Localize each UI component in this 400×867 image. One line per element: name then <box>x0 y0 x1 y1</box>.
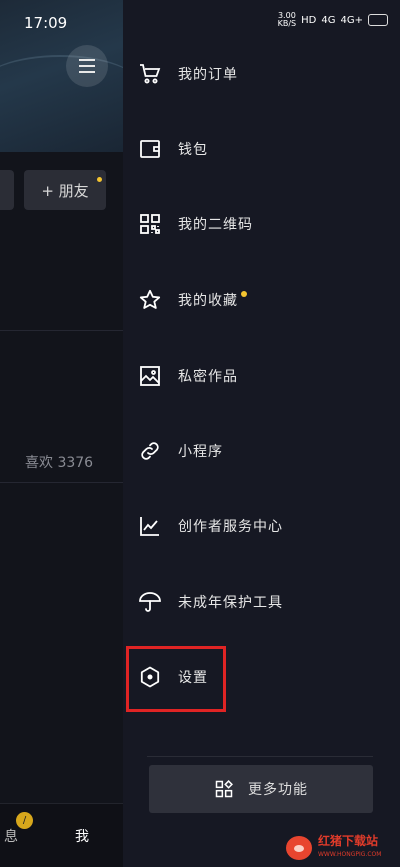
menu-item-favorites[interactable]: 我的收藏 <box>138 280 388 320</box>
menu-item-label: 我的收藏 <box>178 293 238 309</box>
divider <box>147 756 373 757</box>
grid-icon <box>215 780 233 798</box>
menu-icon[interactable] <box>66 45 108 87</box>
bottom-nav <box>0 803 123 867</box>
menu-item-label: 我的二维码 <box>178 217 253 233</box>
settings-highlight-box <box>126 646 226 712</box>
status-time: 17:09 <box>24 14 68 32</box>
chart-icon <box>140 517 159 536</box>
menu-item-label: 创作者服务中心 <box>178 519 283 535</box>
profile-page-background: 17:09 + 朋友 喜欢 3376 / 息 我 <box>0 0 123 867</box>
menu-item-qr-code[interactable]: 我的二维码 <box>138 204 388 244</box>
umbrella-icon <box>139 592 161 612</box>
menu-item-orders[interactable]: 我的订单 <box>138 54 388 94</box>
network-speed: 3.00 KB/S <box>277 11 297 28</box>
nav-me[interactable]: 我 <box>75 826 89 846</box>
qr-code-icon <box>140 214 160 234</box>
image-icon <box>140 366 160 386</box>
message-badge: / <box>16 812 33 829</box>
menu-item-mini-programs[interactable]: 小程序 <box>138 431 388 471</box>
menu-item-label: 我的订单 <box>178 67 238 83</box>
battery-icon <box>368 14 388 26</box>
menu-item-wallet[interactable]: 钱包 <box>138 129 388 169</box>
menu-item-label: 未成年保护工具 <box>178 595 283 611</box>
menu-item-minor-protection[interactable]: 未成年保护工具 <box>138 582 388 622</box>
divider <box>0 482 123 483</box>
watermark-url: WWW.HONGPIG.COM <box>318 851 382 858</box>
watermark: 红猪下载站 WWW.HONGPIG.COM <box>286 833 394 863</box>
new-dot <box>241 291 247 297</box>
menu-item-label: 钱包 <box>178 142 208 158</box>
star-icon <box>139 289 161 309</box>
side-drawer: 3.00 KB/S HD 4G 4G+ 我的订单 钱包 我的二维码 我的收藏 私… <box>123 0 400 867</box>
menu-item-label: 小程序 <box>178 444 223 460</box>
add-friend-button[interactable]: + 朋友 <box>24 170 106 210</box>
status-icons: 3.00 KB/S HD 4G 4G+ <box>278 12 388 28</box>
watermark-title: 红猪下载站 <box>318 834 379 848</box>
menu-item-private-works[interactable]: 私密作品 <box>138 356 388 396</box>
signal-4g-plus: 4G+ <box>340 14 364 26</box>
wallet-icon <box>140 140 160 158</box>
more-features-label: 更多功能 <box>248 782 308 798</box>
cart-icon <box>140 64 161 84</box>
new-dot <box>97 177 102 182</box>
edit-profile-button-partial[interactable] <box>0 170 14 210</box>
add-friend-label: + 朋友 <box>41 181 89 200</box>
link-icon <box>141 442 159 460</box>
menu-item-label: 私密作品 <box>178 369 238 385</box>
divider <box>0 330 123 331</box>
pig-logo-icon <box>286 836 312 860</box>
menu-item-creator-center[interactable]: 创作者服务中心 <box>138 506 388 546</box>
hd-indicator: HD <box>301 14 317 26</box>
more-features-button[interactable]: 更多功能 <box>149 765 373 813</box>
nav-message[interactable]: 息 <box>4 826 18 846</box>
likes-tab[interactable]: 喜欢 3376 <box>25 452 93 472</box>
signal-4g: 4G <box>321 14 336 26</box>
